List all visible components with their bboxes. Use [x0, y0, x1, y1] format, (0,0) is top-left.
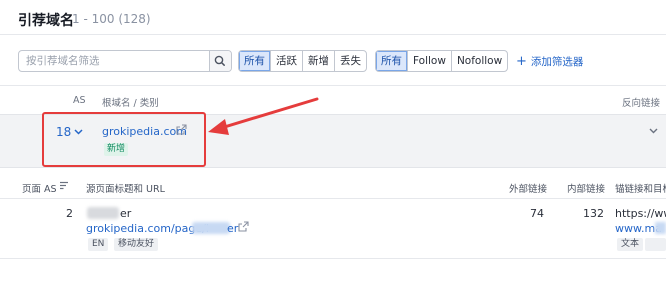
- column-header-page-as[interactable]: 页面 AS: [22, 181, 57, 195]
- column-header-internal-links[interactable]: 内部链接: [567, 181, 605, 195]
- annotation-arrow-icon: [208, 97, 319, 135]
- status-filter-all[interactable]: 所有: [239, 51, 271, 71]
- anchor-type-tag: 文本: [617, 238, 644, 251]
- status-filter-new[interactable]: 新增: [303, 51, 335, 71]
- plus-icon: +: [516, 54, 527, 69]
- column-header-as[interactable]: AS: [73, 95, 86, 106]
- tag: [645, 238, 666, 251]
- internal-links-value: 132: [583, 207, 604, 220]
- column-header-root-domain[interactable]: 根域名 / 类别: [102, 95, 159, 109]
- link-filter-follow[interactable]: Follow: [408, 51, 452, 71]
- result-range: 1 - 100 (128): [72, 12, 151, 26]
- mobile-friendly-tag: 移动友好: [114, 238, 159, 251]
- highlight-box: [42, 112, 206, 167]
- sort-icon[interactable]: [59, 181, 69, 190]
- column-header-source-page[interactable]: 源页面标题和 URL: [86, 181, 165, 195]
- language-tag: EN: [88, 238, 109, 251]
- divider: [0, 85, 666, 86]
- status-filter-group: 所有 活跃 新增 丢失: [238, 50, 367, 72]
- source-page-url-tail[interactable]: er: [227, 222, 238, 235]
- chevron-down-icon[interactable]: [649, 128, 658, 134]
- column-header-external-links[interactable]: 外部链接: [509, 181, 547, 195]
- status-filter-lost[interactable]: 丢失: [335, 51, 366, 71]
- divider: [0, 34, 666, 35]
- source-page-title: er: [120, 207, 132, 220]
- search-button[interactable]: [209, 51, 231, 71]
- add-filter-button[interactable]: + 添加筛选器: [516, 54, 583, 69]
- redacted-text: [192, 222, 230, 234]
- redacted-text: [87, 207, 119, 219]
- redacted-text: [655, 222, 666, 234]
- search-input[interactable]: [19, 51, 209, 71]
- source-page-url[interactable]: grokipedia.com/page/l: [86, 222, 209, 235]
- search-box: [18, 50, 232, 72]
- search-icon: [214, 55, 225, 66]
- link-filter-all[interactable]: 所有: [376, 51, 408, 71]
- column-header-backlinks[interactable]: 反向链接: [622, 95, 660, 109]
- link-filter-nofollow[interactable]: Nofollow: [452, 51, 507, 71]
- external-link-icon[interactable]: [238, 221, 249, 232]
- column-header-anchor-target[interactable]: 锚链接和目标: [615, 181, 666, 195]
- page-title: 引荐域名: [18, 13, 74, 29]
- anchor-text: https://ww: [615, 207, 666, 220]
- status-filter-active[interactable]: 活跃: [271, 51, 303, 71]
- divider: [0, 258, 666, 259]
- link-type-filter-group: 所有 Follow Nofollow: [375, 50, 509, 72]
- divider: [0, 198, 666, 199]
- external-links-value: 74: [530, 207, 544, 220]
- page-as-value: 2: [66, 207, 73, 220]
- add-filter-label: 添加筛选器: [530, 56, 584, 68]
